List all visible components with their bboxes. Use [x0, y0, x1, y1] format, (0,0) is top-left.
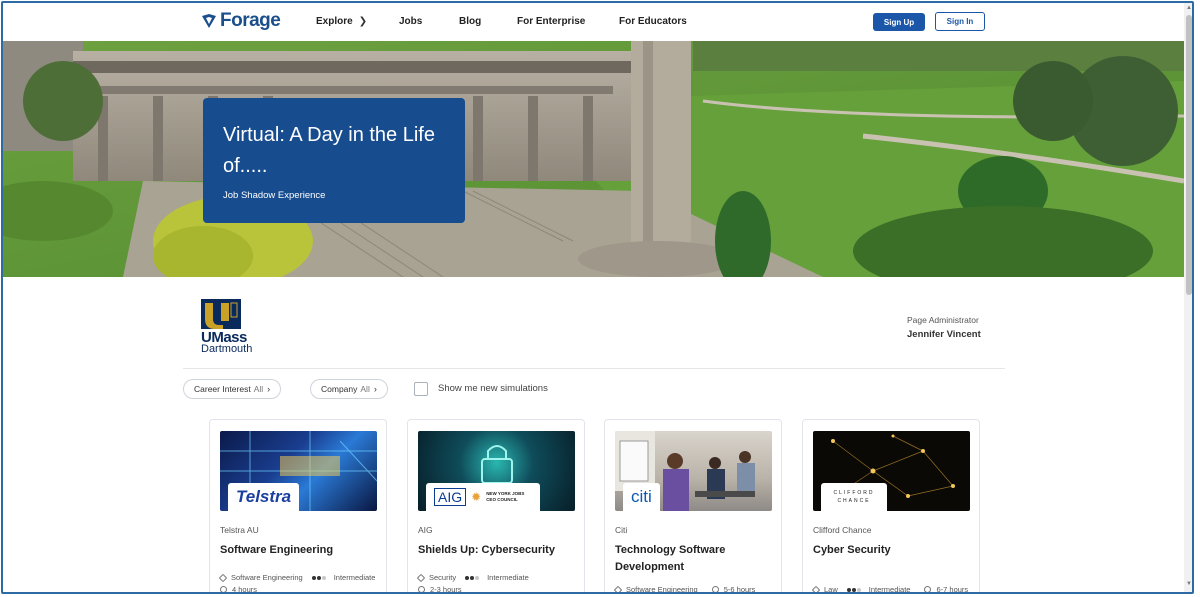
page-scrollbar[interactable]: ▲ ▼ [1184, 3, 1192, 592]
card-category: Software Engineering [231, 573, 303, 582]
simulation-card[interactable]: citi Citi Technology Software Developmen… [604, 419, 782, 594]
card-image: AIG ✹ NEW YORK JOBS CEO COUNCIL [418, 431, 575, 511]
tag-icon [811, 585, 821, 592]
new-simulations-label: Show me new simulations [438, 383, 548, 394]
card-company: Clifford Chance [813, 525, 872, 535]
card-level: Intermediate [487, 573, 529, 582]
logo-partner-text: NEW YORK JOBS CEO COUNCIL [486, 491, 525, 502]
clifford-chance-logo: CLIFFORD CHANCE [821, 483, 887, 511]
card-category: Law [824, 585, 838, 594]
nav-for-educators[interactable]: For Educators [619, 16, 687, 27]
card-meta-row: Software Engineering 5-6 hours [613, 585, 756, 594]
clock-icon [220, 586, 227, 592]
level-dots [846, 587, 862, 592]
career-interest-value: All [253, 384, 264, 394]
tag-icon [218, 573, 228, 582]
nav-blog[interactable]: Blog [459, 16, 481, 27]
chevron-right-icon: ❯ [358, 16, 368, 27]
card-meta-row: Software Engineering Intermediate [218, 573, 376, 582]
nav-for-enterprise[interactable]: For Enterprise [517, 16, 585, 27]
hero-title: Virtual: A Day in the Life of..... [223, 124, 435, 177]
card-meta-row: Law Intermediate 6-7 hours [811, 585, 969, 594]
level-dots [311, 575, 327, 580]
forage-logo[interactable]: Forage [201, 10, 281, 32]
card-title[interactable]: Cyber Security [813, 542, 973, 559]
chevron-right-icon: › [267, 384, 271, 394]
sign-in-button[interactable]: Sign In [935, 12, 985, 31]
tag-icon [416, 573, 426, 582]
card-title[interactable]: Software Engineering [220, 542, 380, 559]
card-meta-row: Security Intermediate [416, 573, 529, 582]
level-dots [465, 575, 480, 580]
logo-text-sub: Dartmouth [201, 343, 253, 355]
card-title[interactable]: Technology Software Development [615, 542, 775, 576]
logo-text: AIG [434, 488, 467, 506]
clock-icon [924, 586, 932, 592]
card-duration: 6-7 hours [936, 585, 969, 594]
card-company: AIG [418, 525, 433, 535]
telstra-logo: Telstra [228, 483, 300, 511]
nav-jobs[interactable]: Jobs [399, 16, 422, 27]
tag-icon [613, 585, 623, 592]
hero-card: Virtual: A Day in the Life of..... Job S… [203, 98, 465, 223]
simulation-card[interactable]: AIG ✹ NEW YORK JOBS CEO COUNCIL AIG Shie… [407, 419, 585, 594]
star-icon: ✹ [471, 490, 482, 504]
clock-icon [711, 586, 719, 592]
card-image: Telstra [220, 431, 377, 511]
card-duration-row: 2-3 hours [418, 585, 462, 594]
hero-banner: Virtual: A Day in the Life of..... Job S… [3, 41, 1184, 277]
card-duration-row: 4 hours [220, 585, 258, 594]
card-duration: 4 hours [232, 585, 258, 594]
aig-logo: AIG ✹ NEW YORK JOBS CEO COUNCIL [426, 483, 541, 511]
chevron-right-icon: › [373, 384, 377, 394]
sign-up-button[interactable]: Sign Up [873, 13, 925, 31]
logo-text: CLIFFORD CHANCE [833, 490, 875, 504]
card-company: Telstra AU [220, 525, 259, 535]
card-duration: 2-3 hours [430, 585, 462, 594]
simulation-card[interactable]: Telstra Telstra AU Software Engineering … [209, 419, 387, 594]
divider [183, 368, 1005, 369]
card-image: citi [615, 431, 772, 511]
logo-text: citi [631, 487, 652, 506]
card-category: Security [429, 573, 457, 582]
new-simulations-checkbox[interactable] [414, 382, 428, 396]
card-image: CLIFFORD CHANCE [813, 431, 970, 511]
scrollbar-thumb[interactable] [1186, 15, 1192, 295]
citi-logo: citi [623, 483, 660, 511]
scroll-up-arrow-icon[interactable]: ▲ [1186, 5, 1192, 11]
clock-icon [418, 586, 425, 592]
card-title[interactable]: Shields Up: Cybersecurity [418, 542, 578, 559]
card-level: Intermediate [333, 573, 376, 582]
company-filter[interactable]: Company All › [310, 379, 388, 399]
browser-frame: Forage Explore ❯ Jobs Blog For Enterprise… [1, 1, 1194, 594]
simulation-card[interactable]: CLIFFORD CHANCE Clifford Chance Cyber Se… [802, 419, 980, 594]
card-level: Intermediate [868, 585, 911, 594]
top-nav: Forage Explore ❯ Jobs Blog For Enterprise… [3, 3, 1184, 41]
card-category: Software Engineering [626, 585, 698, 594]
career-interest-label: Career Interest [194, 384, 251, 394]
scroll-down-arrow-icon[interactable]: ▼ [1186, 581, 1192, 587]
admin-name[interactable]: Jennifer Vincent [907, 329, 981, 340]
company-value: All [360, 384, 370, 394]
logo-text: Telstra [236, 487, 292, 506]
company-label: Company [321, 384, 358, 394]
card-duration: 5-6 hours [723, 585, 756, 594]
umass-emblem-icon [201, 299, 241, 329]
campus-photo [3, 41, 1184, 277]
umass-dartmouth-logo: UMass Dartmouth [201, 299, 265, 357]
nav-explore-label: Explore [316, 16, 353, 27]
card-company: Citi [615, 525, 628, 535]
career-interest-filter[interactable]: Career Interest All › [183, 379, 282, 399]
admin-label: Page Administrator [907, 315, 979, 325]
forage-logo-icon [202, 14, 216, 28]
brand-name: Forage [220, 10, 281, 31]
hero-subtitle: Job Shadow Experience [223, 190, 326, 201]
nav-explore[interactable]: Explore ❯ [316, 16, 367, 27]
